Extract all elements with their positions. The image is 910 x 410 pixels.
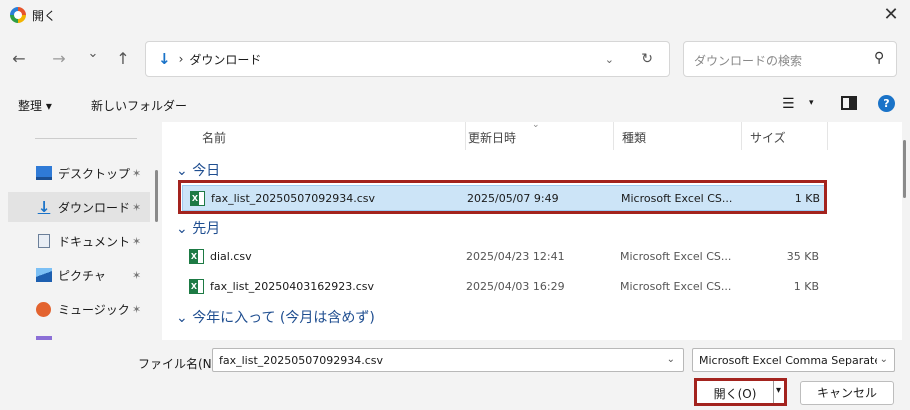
new-folder-button[interactable]: 新しいフォルダー bbox=[91, 97, 187, 114]
pin-icon[interactable]: ✶ bbox=[132, 201, 141, 214]
file-type: Microsoft Excel CS... bbox=[621, 192, 733, 205]
filetype-value: Microsoft Excel Comma Separated bbox=[699, 354, 877, 367]
filename-field[interactable]: fax_list_20250507092934.csv ⌄ bbox=[212, 348, 684, 372]
browser-app-icon bbox=[10, 7, 26, 23]
group-header-last-month[interactable]: ⌄ 先月 bbox=[176, 218, 220, 238]
open-options-arrow-icon[interactable]: ▾ bbox=[776, 385, 781, 396]
sidebar-item-label: ダウンロード bbox=[58, 200, 131, 215]
file-size: 1 KB bbox=[793, 280, 819, 293]
excel-letter: X bbox=[190, 280, 198, 293]
group-label: 今日 bbox=[192, 163, 221, 179]
address-bar[interactable]: ↓ › ダウンロード ⌄ ↻ bbox=[145, 41, 670, 77]
pin-icon[interactable]: ✶ bbox=[132, 269, 141, 282]
excel-csv-file-icon: X bbox=[189, 249, 204, 264]
sidebar-item-downloads[interactable]: ↓ ダウンロード ✶ bbox=[8, 192, 150, 222]
excel-letter: X bbox=[191, 192, 199, 205]
filename-history-chevron-icon[interactable]: ⌄ bbox=[667, 354, 675, 365]
window-title: 開く bbox=[32, 8, 57, 23]
cancel-button[interactable]: キャンセル bbox=[800, 381, 894, 405]
sidebar-item-label: ミュージック bbox=[58, 302, 130, 317]
filename-value[interactable]: fax_list_20250507092934.csv bbox=[219, 354, 383, 367]
file-modified: 2025/04/23 12:41 bbox=[466, 250, 565, 263]
column-modified-label: 更新日時 bbox=[468, 131, 517, 145]
view-options-icon[interactable]: ☰ bbox=[782, 96, 795, 112]
file-list-scrollbar[interactable] bbox=[903, 140, 906, 198]
close-icon[interactable]: ✕ bbox=[880, 4, 902, 26]
open-button-label: 開く(O) bbox=[713, 387, 757, 401]
documents-icon bbox=[38, 234, 50, 248]
column-name-label: 名前 bbox=[202, 131, 227, 145]
sidebar-item-pictures[interactable]: ピクチャ ✶ bbox=[8, 260, 150, 290]
group-chevron-icon: ⌄ bbox=[176, 310, 193, 326]
view-options-chevron-icon[interactable]: ▾ bbox=[809, 98, 814, 108]
column-header-name[interactable]: 名前 bbox=[194, 122, 466, 150]
file-size: 35 KB bbox=[786, 250, 819, 263]
file-modified: 2025/04/03 16:29 bbox=[466, 280, 565, 293]
breadcrumb-downloads[interactable]: ダウンロード bbox=[189, 51, 261, 68]
sidebar-item-label: デスクトップ bbox=[58, 166, 131, 181]
group-label: 先月 bbox=[192, 221, 221, 237]
filetype-select[interactable]: Microsoft Excel Comma Separated ⌄ bbox=[692, 348, 895, 372]
back-arrow-icon[interactable]: ← bbox=[8, 49, 30, 68]
sidebar-item-documents[interactable]: ドキュメント ✶ bbox=[8, 226, 150, 256]
file-list: 名前 更新日時 ⌄ 種類 サイズ ⌄ 今日 X fax_list_2025050… bbox=[162, 122, 902, 340]
download-icon: ↓ bbox=[37, 198, 51, 216]
file-modified: 2025/05/07 9:49 bbox=[467, 192, 559, 205]
column-type-label: 種類 bbox=[622, 131, 647, 145]
help-icon[interactable]: ? bbox=[878, 95, 895, 112]
refresh-icon[interactable]: ↻ bbox=[641, 51, 653, 67]
pin-icon[interactable]: ✶ bbox=[132, 235, 141, 248]
file-size: 1 KB bbox=[794, 192, 820, 205]
sidebar-divider bbox=[35, 138, 137, 139]
address-history-chevron-icon[interactable]: ⌄ bbox=[605, 53, 614, 66]
title-bar: 開く ✕ bbox=[0, 0, 910, 30]
desktop-icon bbox=[36, 166, 52, 180]
download-folder-icon: ↓ bbox=[158, 50, 171, 68]
pictures-icon bbox=[36, 268, 52, 282]
column-size-label: サイズ bbox=[750, 131, 786, 145]
sidebar-scrollbar[interactable] bbox=[155, 170, 158, 222]
file-type: Microsoft Excel CS... bbox=[620, 250, 732, 263]
group-label: 今年に入って (今月は含めず) bbox=[192, 310, 375, 326]
excel-csv-file-icon: X bbox=[190, 191, 205, 206]
file-row[interactable]: X fax_list_20250507092934.csv 2025/05/07… bbox=[182, 185, 827, 211]
sidebar-item-desktop[interactable]: デスクトップ ✶ bbox=[8, 158, 150, 188]
filetype-chevron-icon[interactable]: ⌄ bbox=[880, 354, 888, 365]
sidebar-item-label: ドキュメント bbox=[58, 234, 131, 249]
column-header-size[interactable]: サイズ bbox=[742, 122, 828, 150]
file-row[interactable]: X dial.csv 2025/04/23 12:41 Microsoft Ex… bbox=[182, 244, 827, 270]
file-name: fax_list_20250507092934.csv bbox=[211, 192, 376, 205]
recent-locations-chevron-icon[interactable]: ⌄ bbox=[82, 46, 104, 61]
navigation-pane: デスクトップ ✶ ↓ ダウンロード ✶ ドキュメント ✶ ピクチャ ✶ ミュージ… bbox=[0, 122, 150, 340]
group-header-today[interactable]: ⌄ 今日 bbox=[176, 160, 220, 180]
up-arrow-icon[interactable]: ↑ bbox=[112, 49, 134, 68]
group-chevron-icon: ⌄ bbox=[176, 221, 193, 237]
forward-arrow-icon[interactable]: → bbox=[48, 49, 70, 68]
file-type: Microsoft Excel CS... bbox=[620, 280, 732, 293]
excel-csv-file-icon: X bbox=[189, 279, 204, 294]
sidebar-item-partial[interactable] bbox=[8, 328, 150, 340]
breadcrumb-separator-icon[interactable]: › bbox=[179, 52, 184, 66]
sidebar-item-label: ピクチャ bbox=[58, 268, 106, 283]
music-icon bbox=[36, 301, 51, 317]
open-button[interactable]: 開く(O) ▾ bbox=[694, 378, 787, 406]
organize-menu[interactable]: 整理 ▾ bbox=[18, 97, 52, 114]
file-name: fax_list_20250403162923.csv bbox=[210, 280, 375, 293]
group-chevron-icon: ⌄ bbox=[176, 163, 193, 179]
search-input[interactable]: ダウンロードの検索 bbox=[694, 52, 802, 69]
preview-pane-icon[interactable] bbox=[841, 96, 857, 110]
search-icon[interactable]: ⚲ bbox=[874, 50, 884, 66]
group-header-this-year[interactable]: ⌄ 今年に入って (今月は含めず) bbox=[176, 307, 375, 327]
sort-descending-icon: ⌄ bbox=[532, 122, 540, 130]
pin-icon[interactable]: ✶ bbox=[132, 303, 141, 316]
excel-letter: X bbox=[190, 250, 198, 263]
file-row[interactable]: X fax_list_20250403162923.csv 2025/04/03… bbox=[182, 274, 827, 300]
column-header-type[interactable]: 種類 bbox=[614, 122, 742, 150]
sidebar-item-music[interactable]: ミュージック ✶ bbox=[8, 294, 150, 324]
search-box[interactable]: ダウンロードの検索 ⚲ bbox=[683, 41, 897, 77]
split-divider bbox=[773, 381, 774, 403]
file-name: dial.csv bbox=[210, 250, 252, 263]
filename-label: ファイル名(N): bbox=[138, 357, 221, 371]
pin-icon[interactable]: ✶ bbox=[132, 167, 141, 180]
